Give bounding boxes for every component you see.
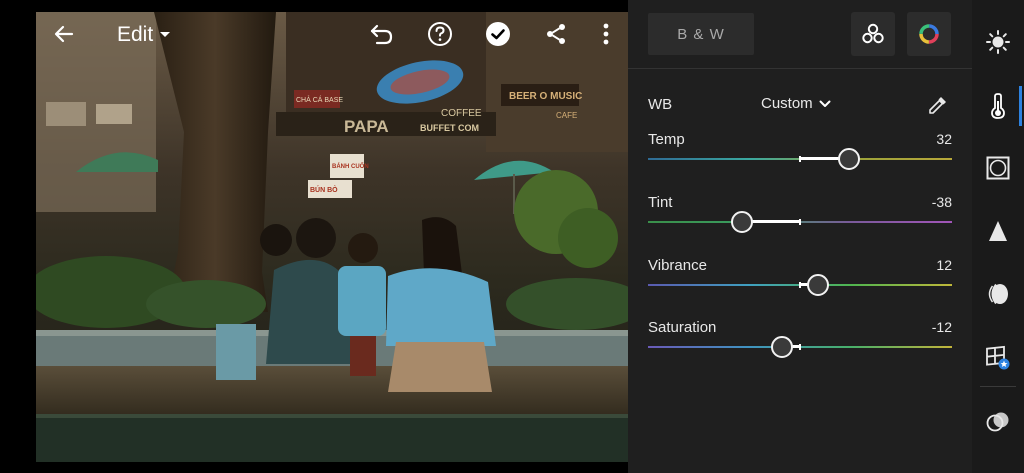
check-circle-icon bbox=[486, 22, 510, 46]
slider-temp-label: Temp bbox=[648, 131, 685, 148]
help-button[interactable] bbox=[420, 14, 460, 54]
edit-mode-dropdown[interactable]: Edit bbox=[117, 20, 171, 50]
slider-saturation-thumb[interactable] bbox=[770, 336, 793, 358]
sign-beer: BEER O MUSIC bbox=[509, 91, 582, 102]
sign-bun-bo: BÚN BÒ bbox=[310, 185, 338, 194]
presets-icon bbox=[986, 412, 1009, 432]
photo-preview[interactable]: PAPA COFFEE BUFFET COM BEER O MUSIC CAFE… bbox=[36, 12, 628, 462]
white-balance-mode: Custom bbox=[761, 95, 813, 112]
slider-temp: Temp 32 bbox=[648, 131, 952, 181]
share-button[interactable] bbox=[536, 14, 576, 54]
slider-vibrance: Vibrance 12 bbox=[648, 257, 952, 307]
sign-cha-ca: CHẢ CÁ BASE bbox=[296, 95, 343, 104]
sign-coffee: COFFEE bbox=[441, 108, 482, 119]
color-thermometer-icon bbox=[991, 93, 1005, 119]
undo-button[interactable] bbox=[362, 14, 402, 54]
question-circle-icon bbox=[428, 22, 452, 46]
slider-vibrance-label: Vibrance bbox=[648, 257, 707, 274]
slider-temp-center-mark bbox=[799, 156, 801, 162]
sign-banh-cuon: BÁNH CUỐN bbox=[332, 163, 369, 170]
slider-tint-center-mark bbox=[799, 219, 801, 225]
chevron-down-icon bbox=[819, 100, 831, 107]
slider-temp-value[interactable]: 32 bbox=[936, 131, 952, 147]
edit-tools-rail bbox=[972, 0, 1024, 473]
sign-papa: PAPA bbox=[344, 117, 389, 136]
detail-tool-button[interactable] bbox=[972, 211, 1024, 251]
panel-divider bbox=[628, 68, 972, 69]
geometry-icon bbox=[986, 345, 1010, 370]
vignette-icon bbox=[986, 156, 1010, 180]
arrow-left-icon bbox=[54, 25, 74, 43]
undo-icon bbox=[370, 24, 393, 45]
white-balance-dropdown[interactable]: Custom bbox=[761, 95, 831, 112]
color-wheel-icon bbox=[919, 24, 939, 44]
eyedropper-icon bbox=[929, 97, 946, 114]
color-mix-button[interactable] bbox=[851, 12, 895, 56]
slider-temp-thumb[interactable] bbox=[837, 148, 860, 170]
color-tool-button[interactable] bbox=[972, 86, 1024, 126]
detail-icon bbox=[989, 221, 1007, 241]
optics-tool-button[interactable] bbox=[972, 274, 1024, 314]
white-balance-label: WB bbox=[648, 96, 673, 113]
slider-tint-thumb[interactable] bbox=[731, 211, 754, 233]
slider-vibrance-center-mark bbox=[799, 282, 801, 288]
effects-tool-button[interactable] bbox=[972, 148, 1024, 188]
slider-vibrance-value[interactable]: 12 bbox=[936, 257, 952, 273]
street-scene-image: PAPA COFFEE BUFFET COM BEER O MUSIC CAFE… bbox=[36, 12, 628, 462]
rail-divider bbox=[980, 386, 1016, 387]
white-balance-eyedropper-button[interactable] bbox=[925, 92, 951, 118]
slider-tint: Tint -38 bbox=[648, 194, 952, 244]
share-icon bbox=[547, 24, 565, 44]
back-button[interactable] bbox=[44, 14, 84, 54]
light-tool-button[interactable] bbox=[972, 22, 1024, 62]
slider-saturation-label: Saturation bbox=[648, 319, 717, 336]
presets-tool-button[interactable] bbox=[972, 402, 1024, 442]
edit-mode-label: Edit bbox=[117, 23, 154, 46]
active-tool-indicator bbox=[1019, 86, 1022, 126]
more-vertical-icon bbox=[603, 23, 609, 45]
more-options-button[interactable] bbox=[586, 14, 626, 54]
geometry-tool-button[interactable] bbox=[972, 337, 1024, 377]
slider-saturation: Saturation -12 bbox=[648, 319, 952, 369]
sign-buffet: BUFFET COM bbox=[420, 123, 479, 133]
slider-saturation-value[interactable]: -12 bbox=[932, 319, 952, 335]
black-and-white-button[interactable]: B & W bbox=[648, 13, 754, 55]
light-icon bbox=[986, 30, 1010, 54]
optics-icon bbox=[988, 283, 1008, 305]
slider-tint-label: Tint bbox=[648, 194, 673, 211]
slider-saturation-center-mark bbox=[799, 344, 801, 350]
color-mix-icon bbox=[862, 23, 884, 44]
caret-down-icon bbox=[160, 32, 171, 37]
color-edit-panel: B & W WB Custom Temp 32 Tint -38 Vibrance 12 S… bbox=[628, 0, 972, 473]
slider-vibrance-thumb[interactable] bbox=[807, 274, 830, 296]
color-grading-button[interactable] bbox=[907, 12, 951, 56]
photo-canvas-area[interactable]: PAPA COFFEE BUFFET COM BEER O MUSIC CAFE… bbox=[0, 0, 628, 473]
sign-cafe: CAFE bbox=[556, 111, 577, 120]
slider-tint-value[interactable]: -38 bbox=[932, 194, 952, 210]
done-button[interactable] bbox=[478, 14, 518, 54]
